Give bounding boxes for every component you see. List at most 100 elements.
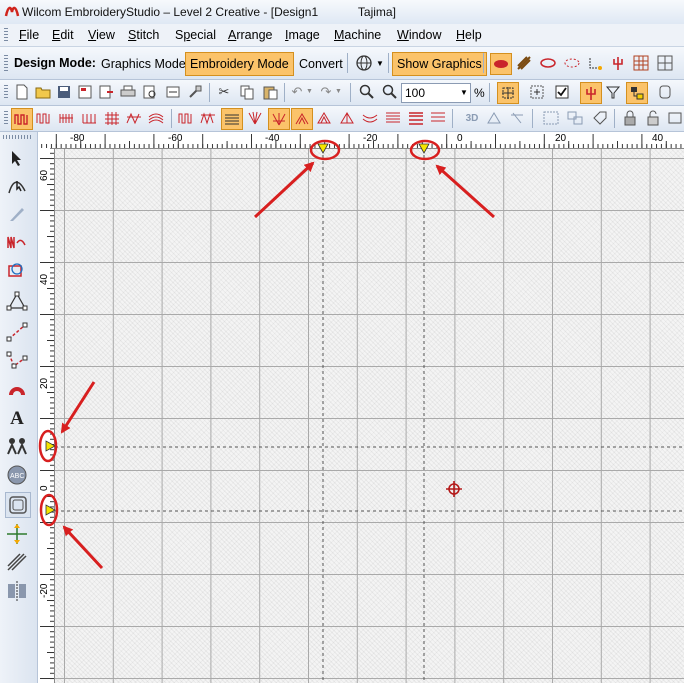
menu-help[interactable]: Help — [456, 28, 482, 42]
chevron-down-icon[interactable]: ▼ — [376, 59, 384, 68]
menu-stitch[interactable]: Stitch — [128, 28, 159, 42]
new-file-icon[interactable] — [12, 82, 32, 102]
mirror-icon[interactable] — [5, 579, 29, 603]
spiral-fill-icon[interactable] — [314, 108, 334, 128]
wave-fill-icon[interactable] — [360, 108, 380, 128]
show-graphics-button[interactable]: Show Graphics — [392, 52, 487, 76]
ungroup-icon[interactable] — [565, 108, 585, 128]
lock-icon[interactable] — [620, 108, 640, 128]
redo-icon[interactable]: ↷ — [316, 82, 336, 102]
group-icon[interactable] — [541, 108, 561, 128]
menu-machine[interactable]: Machine — [334, 28, 381, 42]
arc-shape-icon[interactable] — [5, 377, 29, 401]
cut-icon[interactable]: ✂ — [214, 82, 234, 102]
graphics-mode-button[interactable]: Graphics Mode — [96, 52, 191, 76]
cross-stitch-icon[interactable] — [102, 108, 122, 128]
reshape-icon[interactable] — [5, 174, 29, 198]
corner-icon[interactable] — [585, 53, 605, 73]
grid-fill-icon[interactable] — [655, 53, 675, 73]
zoom-icon[interactable] — [380, 82, 400, 102]
properties-icon[interactable] — [75, 82, 95, 102]
show-design-icon[interactable] — [527, 82, 547, 102]
shape-nodes-icon[interactable] — [5, 289, 29, 313]
unlock-icon[interactable] — [643, 108, 663, 128]
gradient-fill-icon[interactable] — [406, 108, 426, 128]
triple-run-icon[interactable] — [34, 108, 54, 128]
open-folder-icon[interactable] — [33, 82, 53, 102]
menu-view[interactable]: View — [88, 28, 115, 42]
stipple-fill-icon[interactable] — [428, 108, 448, 128]
run-stitch-icon[interactable] — [11, 108, 33, 130]
menu-special[interactable]: Special — [175, 28, 216, 42]
undo-icon[interactable]: ↶ — [287, 82, 307, 102]
menu-window[interactable]: Window — [397, 28, 441, 42]
print-preview-icon[interactable] — [140, 82, 160, 102]
show-grid-icon[interactable] — [497, 82, 519, 104]
hatch-icon[interactable] — [5, 550, 29, 574]
contour-fill-icon[interactable] — [291, 108, 313, 130]
funnel-icon[interactable] — [603, 82, 623, 102]
polyline-run-icon[interactable] — [5, 348, 29, 372]
paste-icon[interactable] — [260, 82, 280, 102]
globe-icon[interactable] — [354, 53, 374, 73]
stitch-edit-icon[interactable] — [5, 230, 29, 254]
line-run-icon[interactable] — [5, 320, 29, 344]
tatami-fill-icon[interactable] — [198, 108, 218, 128]
menu-image[interactable]: Image — [285, 28, 320, 42]
tag-icon[interactable] — [590, 108, 610, 128]
design-canvas[interactable] — [55, 149, 684, 683]
menu-edit[interactable]: Edit — [52, 28, 74, 42]
menu-arrange[interactable]: Arrange — [228, 28, 272, 42]
grid-icon[interactable] — [631, 53, 651, 73]
leaf-stitch-icon[interactable] — [490, 53, 512, 75]
checkbox-icon[interactable] — [552, 82, 572, 102]
vertical-ruler[interactable]: 60 40 20 0 -20 — [38, 148, 55, 683]
triangle-fill-icon[interactable] — [337, 108, 357, 128]
chevron-down-icon[interactable]: ▼ — [460, 88, 468, 97]
left-toolbox: A ABC — [0, 132, 38, 683]
save-icon[interactable] — [54, 82, 74, 102]
embroidery-mode-button[interactable]: Embroidery Mode — [185, 52, 294, 76]
satin-fill-icon[interactable] — [176, 108, 196, 128]
menu-file[interactable]: File — [19, 28, 39, 42]
toolbar-separator — [284, 83, 285, 102]
undo-dropdown-icon[interactable]: ▼ — [306, 88, 313, 95]
stitch-player-icon[interactable] — [185, 82, 205, 102]
satin-icon[interactable] — [514, 53, 534, 73]
lines-fill-icon[interactable] — [383, 108, 403, 128]
send-machine-icon[interactable] — [163, 82, 183, 102]
offset-outline-icon[interactable] — [5, 492, 31, 518]
threed-button[interactable]: 3D — [462, 108, 482, 128]
convert-button[interactable]: Convert — [294, 52, 348, 76]
lace-icon[interactable] — [484, 108, 504, 128]
radial-fill-icon[interactable] — [245, 108, 265, 128]
export-icon[interactable] — [96, 82, 116, 102]
stitch-fork-icon[interactable] — [608, 53, 628, 73]
stitch-fork-icon[interactable] — [580, 82, 602, 104]
redo-dropdown-icon[interactable]: ▼ — [335, 88, 342, 95]
knife-icon[interactable] — [5, 202, 29, 226]
align-icon[interactable] — [665, 108, 684, 128]
texture-icon[interactable] — [507, 108, 527, 128]
wave-stitch-icon[interactable] — [146, 108, 166, 128]
select-arrow-icon[interactable] — [5, 146, 29, 170]
trace-icon[interactable] — [5, 259, 29, 283]
dashed-shape-icon[interactable] — [562, 53, 582, 73]
horizontal-ruler[interactable]: -80 -60 -40 -20 0 20 40 — [38, 132, 684, 149]
appliqué-icon[interactable] — [5, 522, 29, 546]
backstitch-icon[interactable] — [57, 108, 77, 128]
pattern-fill-icon[interactable] — [221, 108, 243, 130]
zigzag-stitch-icon[interactable] — [124, 108, 144, 128]
star-fill-icon[interactable] — [268, 108, 290, 130]
leaf-outline-icon[interactable] — [538, 53, 558, 73]
blanket-stitch-icon[interactable] — [80, 108, 100, 128]
lettering-icon[interactable]: A — [5, 407, 29, 431]
monogram-icon[interactable]: ABC — [5, 463, 29, 487]
team-names-icon[interactable] — [5, 434, 29, 458]
zoom-box-icon[interactable] — [357, 82, 377, 102]
print-icon[interactable] — [118, 82, 138, 102]
copy-icon[interactable] — [237, 82, 257, 102]
hoop-icon[interactable] — [655, 82, 675, 102]
sequence-icon[interactable] — [626, 82, 648, 104]
zoom-input[interactable]: 100 ▼ — [401, 83, 471, 103]
